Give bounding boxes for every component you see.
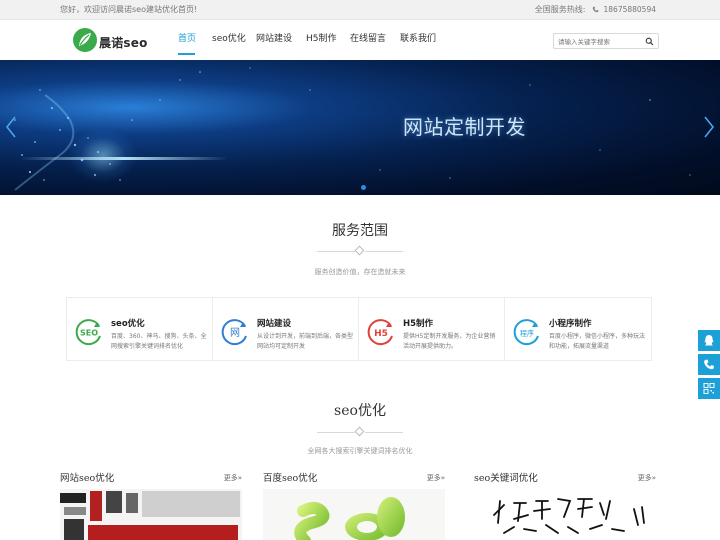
qq-icon xyxy=(704,335,714,346)
h5-icon: H5 xyxy=(367,319,393,346)
service-card-miniprogram[interactable]: 程序 小程序制作 百度小程序，微信小程序，多种玩法和功能，拓展流量渠道 xyxy=(505,298,651,360)
nav-home[interactable]: 首页 xyxy=(178,31,196,44)
service-desc: 从设计到开发，前端到后端，各类型网站均可定制开发 xyxy=(257,333,354,350)
hero-banner: 网站定制开发 xyxy=(0,60,720,195)
phone-icon xyxy=(704,359,714,370)
nav-seo[interactable]: seo优化 xyxy=(212,31,246,44)
miniprogram-icon-text: 程序 xyxy=(520,329,534,338)
seo-section-subtitle: 全网各大搜索引擎关键词排名优化 xyxy=(307,447,413,455)
nav-contact[interactable]: 联系我们 xyxy=(400,31,436,44)
service-desc: 提供H5定制开发服务，为企业营销活动开展提供助力。 xyxy=(403,333,496,350)
services-subtitle: 服务创造价值，存在造就未来 xyxy=(314,268,406,276)
services-divider xyxy=(317,245,403,256)
slide-indicator-dot[interactable] xyxy=(361,185,366,190)
more-link[interactable]: 更多» xyxy=(224,473,242,483)
service-title: 网站建设 xyxy=(257,319,292,329)
search-box xyxy=(553,33,659,49)
seo-column-baidu: 百度seo优化 更多» xyxy=(263,470,445,540)
logo[interactable]: 晨诺seo xyxy=(72,27,152,55)
banner-light-streak xyxy=(20,157,228,160)
hotline-label: 全国服务热线: xyxy=(534,5,586,14)
service-card-seo[interactable]: SEO seo优化 百度、360、神马、搜狗、头条、全网搜索引擎关键词排名优化 xyxy=(67,298,213,360)
top-bar: 您好，欢迎访问晨诺seo建站优化首页! 全国服务热线: 18675880594 xyxy=(0,0,720,20)
banner-glow xyxy=(68,128,138,183)
hotline-number[interactable]: 18675880594 xyxy=(604,5,657,14)
more-link[interactable]: 更多» xyxy=(427,473,445,483)
divider-diamond-icon xyxy=(354,245,365,256)
service-title: 小程序制作 xyxy=(549,319,592,329)
divider-diamond-icon xyxy=(354,426,365,437)
seo-handwriting-image[interactable] xyxy=(474,489,656,540)
column-title[interactable]: 网站seo优化 xyxy=(60,470,114,484)
service-title: H5制作 xyxy=(403,319,434,329)
search-input[interactable] xyxy=(558,36,640,47)
qrcode-icon xyxy=(703,383,715,394)
qrcode-float-button[interactable] xyxy=(698,378,720,399)
services-title: 服务范围 xyxy=(332,223,388,239)
column-title[interactable]: seo关键词优化 xyxy=(474,470,538,484)
prev-slide-arrow-icon[interactable] xyxy=(4,115,18,139)
column-title[interactable]: 百度seo优化 xyxy=(263,470,317,484)
services-grid: SEO seo优化 百度、360、神马、搜狗、头条、全网搜索引擎关键词排名优化 … xyxy=(66,297,652,361)
service-card-h5[interactable]: H5 H5制作 提供H5定制开发服务，为企业营销活动开展提供助力。 xyxy=(359,298,505,360)
hotline: 全国服务热线: 18675880594 xyxy=(535,4,656,15)
nav-active-indicator xyxy=(178,53,195,55)
site-header: 晨诺seo 首页 seo优化 网站建设 H5制作 在线留言 联系我们 xyxy=(0,21,720,60)
more-link[interactable]: 更多» xyxy=(638,473,656,483)
service-desc: 百度小程序，微信小程序，多种玩法和功能，拓展流量渠道 xyxy=(549,333,646,350)
service-title: seo优化 xyxy=(111,319,145,329)
logo-leaf-icon xyxy=(73,28,97,52)
service-card-web[interactable]: 网 网站建设 从设计到开发，前端到后端，各类型网站均可定制开发 xyxy=(213,298,359,360)
qq-float-button[interactable] xyxy=(698,330,720,351)
phone-icon xyxy=(592,6,599,13)
web-icon: 网 xyxy=(221,319,247,346)
seo-icon: SEO xyxy=(75,319,101,346)
next-slide-arrow-icon[interactable] xyxy=(702,115,716,139)
web-icon-text: 网 xyxy=(230,327,240,339)
service-desc: 百度、360、神马、搜狗、头条、全网搜索引擎关键词排名优化 xyxy=(111,333,207,350)
seo-wordcloud-image[interactable] xyxy=(60,489,242,540)
miniprogram-icon: 程序 xyxy=(513,319,539,346)
banner-caption: 网站定制开发 xyxy=(403,115,526,139)
nav-website[interactable]: 网站建设 xyxy=(256,31,292,44)
nav-message[interactable]: 在线留言 xyxy=(350,31,386,44)
search-icon[interactable] xyxy=(645,37,654,46)
seo-section-title: seo优化 xyxy=(334,403,386,419)
welcome-text: 您好，欢迎访问晨诺seo建站优化首页! xyxy=(60,5,198,14)
logo-text: 晨诺seo xyxy=(99,36,148,50)
seo-section-divider xyxy=(317,426,403,437)
seo-3d-image[interactable] xyxy=(263,489,445,540)
nav-h5[interactable]: H5制作 xyxy=(306,31,337,44)
phone-float-button[interactable] xyxy=(698,354,720,375)
seo-column-website: 网站seo优化 更多» xyxy=(60,470,242,540)
h5-icon-text: H5 xyxy=(374,329,388,339)
seo-column-keyword: seo关键词优化 更多» xyxy=(474,470,656,540)
seo-icon-text: SEO xyxy=(80,329,98,338)
